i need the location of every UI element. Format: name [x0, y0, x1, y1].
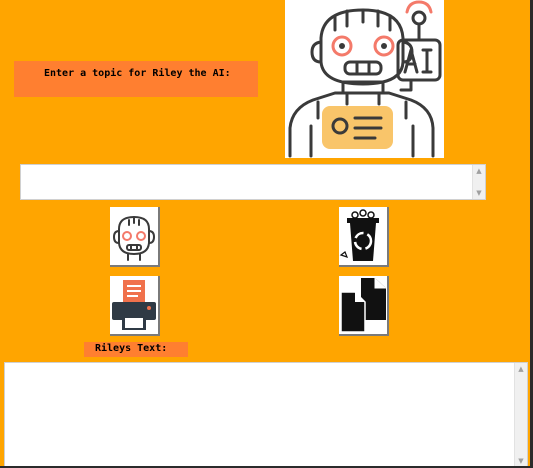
output-scrollbar[interactable]: ▲ ▼	[514, 363, 527, 467]
scroll-up-arrow-icon[interactable]: ▲	[515, 363, 527, 375]
app-window: Enter a topic for Riley the AI: ▲ ▼ Rile…	[0, 0, 533, 468]
scroll-up-arrow-icon[interactable]: ▲	[473, 165, 485, 177]
robot-head-icon	[113, 216, 155, 261]
copy-button[interactable]	[339, 276, 389, 336]
output-label: Rileys Text:	[84, 342, 188, 357]
copy-documents-icon	[340, 278, 386, 333]
topic-textarea[interactable]	[21, 165, 473, 199]
print-button[interactable]	[110, 276, 160, 336]
output-textarea[interactable]	[5, 363, 515, 467]
clear-button[interactable]	[339, 207, 389, 267]
output-text-box[interactable]: ▲ ▼	[4, 362, 528, 468]
topic-input-scrollbar[interactable]: ▲ ▼	[472, 165, 485, 199]
robot-ai-logo	[285, 0, 444, 158]
recycle-bin-icon	[339, 209, 379, 261]
topic-input[interactable]: ▲ ▼	[20, 164, 486, 200]
printer-icon	[112, 280, 156, 330]
topic-prompt-label: Enter a topic for Riley the AI:	[14, 61, 258, 97]
scroll-down-arrow-icon[interactable]: ▼	[473, 187, 485, 199]
generate-button[interactable]	[110, 207, 160, 267]
robot-ai-icon	[288, 0, 442, 158]
